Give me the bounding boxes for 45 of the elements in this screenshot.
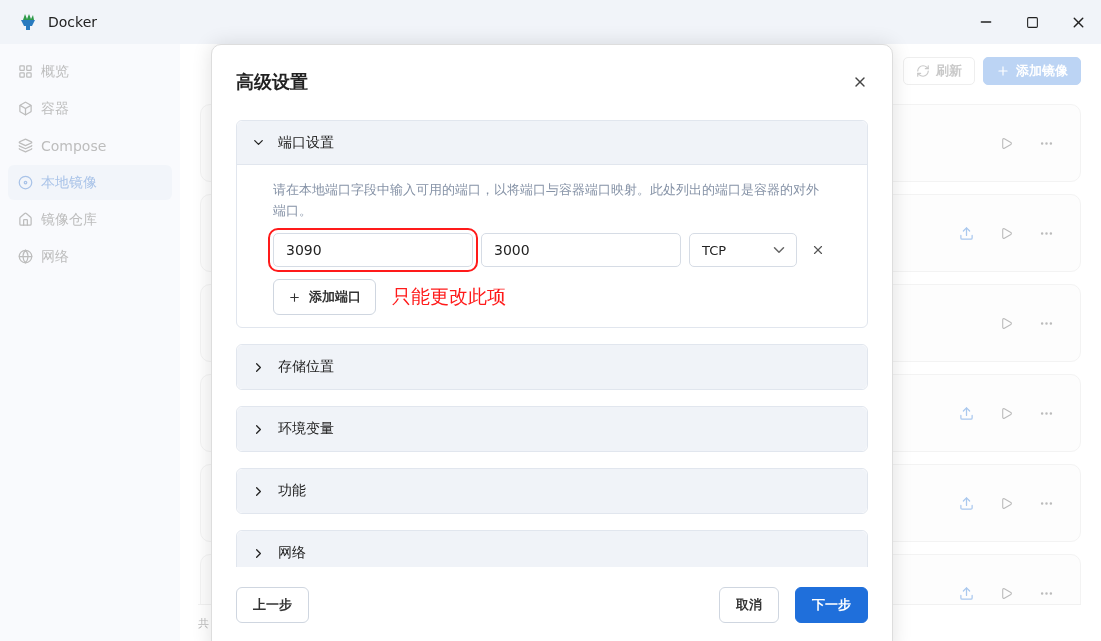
plus-icon <box>996 64 1010 78</box>
play-icon[interactable] <box>1000 586 1013 600</box>
dialog-title: 高级设置 <box>236 70 308 94</box>
sidebar-label: Compose <box>41 137 107 154</box>
section-header[interactable]: 端口设置 <box>237 121 867 165</box>
sidebar-label: 概览 <box>41 62 69 81</box>
add-port-button[interactable]: 添加端口 <box>273 279 376 315</box>
section-header[interactable]: 功能 <box>237 469 867 513</box>
sidebar-label: 本地镜像 <box>41 173 97 192</box>
plus-icon <box>288 290 301 304</box>
cancel-button[interactable]: 取消 <box>719 587 779 623</box>
container-port-field[interactable]: 3000 <box>481 233 681 267</box>
section-header[interactable]: 环境变量 <box>237 407 867 451</box>
upload-icon[interactable] <box>959 495 974 511</box>
annotation-text: 只能更改此项 <box>392 284 506 309</box>
grid-icon <box>18 64 33 79</box>
play-icon[interactable] <box>1000 496 1013 510</box>
play-icon[interactable] <box>1000 226 1013 240</box>
globe-icon <box>18 249 33 264</box>
layers-icon <box>18 138 33 153</box>
upload-icon[interactable] <box>959 585 974 601</box>
window-title: Docker <box>48 14 99 30</box>
play-icon[interactable] <box>1000 406 1013 420</box>
sidebar-label: 镜像仓库 <box>41 210 97 229</box>
remove-icon[interactable] <box>811 243 825 257</box>
sidebar-label: 容器 <box>41 99 69 118</box>
app-logo-icon <box>18 12 38 32</box>
footer-text: 共 <box>198 615 209 631</box>
next-button[interactable]: 下一步 <box>795 587 868 623</box>
play-icon[interactable] <box>1000 316 1013 330</box>
house-icon <box>18 212 33 227</box>
cube-icon <box>18 101 33 116</box>
upload-icon[interactable] <box>959 405 974 421</box>
section-header[interactable]: 存储位置 <box>237 345 867 389</box>
disc-icon <box>18 175 33 190</box>
upload-icon[interactable] <box>959 225 974 241</box>
play-icon[interactable] <box>1000 136 1013 150</box>
protocol-select[interactable]: TCP <box>689 233 797 267</box>
sidebar-label: 网络 <box>41 247 69 266</box>
maximize-icon[interactable] <box>1025 15 1039 29</box>
refresh-icon <box>916 64 930 78</box>
port-help-text: 请在本地端口字段中输入可用的端口，以将端口与容器端口映射。此处列出的端口是容器的对外端口。 <box>273 181 820 220</box>
back-button[interactable]: 上一步 <box>236 587 309 623</box>
section-header[interactable]: 网络 <box>237 531 867 567</box>
protocol-value: TCP <box>702 242 727 258</box>
